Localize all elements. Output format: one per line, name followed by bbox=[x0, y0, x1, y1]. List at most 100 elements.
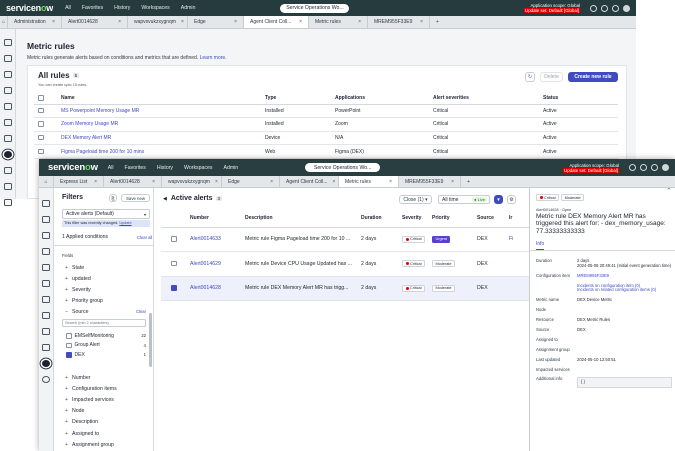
alert-checkbox[interactable] bbox=[161, 251, 190, 277]
col-applications[interactable]: Applications bbox=[335, 93, 433, 105]
applied-conditions[interactable]: 1 Applied conditions bbox=[62, 234, 108, 240]
col-duration[interactable]: Duration bbox=[361, 210, 402, 228]
source-option[interactable]: Group Alert 4 bbox=[66, 341, 146, 351]
front-servicenow-logo[interactable]: servicenow bbox=[48, 162, 98, 173]
col-description[interactable]: Description bbox=[245, 210, 361, 228]
source-option[interactable]: DEX 1 bbox=[66, 350, 146, 360]
rail-table-icon[interactable] bbox=[42, 328, 50, 335]
alert-row[interactable]: Alert0014629 Metric rule Device CPU Usage… bbox=[161, 251, 531, 277]
field-severity[interactable]: + Severity bbox=[62, 284, 142, 295]
nav-all[interactable]: All bbox=[108, 165, 114, 171]
filter-scrollbar[interactable] bbox=[149, 313, 152, 367]
col-severity[interactable]: Severity bbox=[402, 210, 432, 228]
tab-administration[interactable]: Administration × bbox=[8, 16, 62, 28]
create-rule-button[interactable]: Create new rule bbox=[568, 72, 618, 82]
nav-workspaces[interactable]: Workspaces bbox=[184, 165, 212, 171]
tab-agent-client-coll[interactable]: Agent Client Coll... × bbox=[280, 176, 339, 187]
filter-update-link[interactable]: Update bbox=[119, 221, 131, 225]
delete-button[interactable]: Delete bbox=[540, 72, 563, 82]
clear-all-link[interactable]: Clear all bbox=[137, 235, 152, 240]
time-filter[interactable]: All time ● Live bbox=[438, 195, 490, 204]
table-row[interactable]: Zoom Memory Usage MR Installed Zoom Critica… bbox=[34, 117, 618, 132]
tab-metric-rules[interactable]: Metric rules × bbox=[309, 16, 368, 28]
field-number[interactable]: + Number bbox=[62, 372, 142, 383]
close-alerts-button[interactable]: Close (1) ▾ bbox=[399, 195, 432, 204]
source-checkbox[interactable] bbox=[66, 352, 72, 358]
refresh-button[interactable]: ↻ bbox=[525, 72, 535, 82]
table-row[interactable]: MS Powerpoint Memory Usage MR Installed Po… bbox=[34, 104, 618, 119]
add-tab-icon[interactable]: + bbox=[461, 176, 476, 187]
tab-close-icon[interactable]: × bbox=[229, 19, 237, 25]
source-clear-link[interactable]: Clear bbox=[136, 309, 146, 314]
tab-metric-rules[interactable]: Metric rules × bbox=[339, 176, 399, 187]
field-impacted-services[interactable]: + Impacted services bbox=[62, 394, 142, 405]
back-avatar[interactable] bbox=[623, 4, 630, 12]
detail-field-value[interactable]: MREM955F33E9 bbox=[577, 273, 609, 279]
tab-close-icon[interactable]: × bbox=[415, 19, 423, 25]
field-description[interactable]: + Description bbox=[62, 417, 142, 428]
back-rail-dashboard-icon[interactable] bbox=[3, 199, 12, 206]
tab-close-icon[interactable]: × bbox=[47, 19, 55, 25]
list-filter-icon[interactable]: ▼ bbox=[494, 195, 503, 204]
select-all-alerts[interactable] bbox=[161, 210, 190, 228]
col-ir[interactable]: Ir bbox=[509, 210, 531, 228]
source-checkbox[interactable] bbox=[66, 342, 72, 348]
col-type[interactable]: Type bbox=[265, 93, 335, 105]
front-bell-icon[interactable] bbox=[651, 164, 658, 171]
alert-number-link[interactable]: Alert0014629 bbox=[190, 251, 245, 277]
table-row[interactable]: Figma Pageload time 200 for 10 mins Web Fi… bbox=[34, 144, 618, 159]
filter-select[interactable]: Active alerts (Default) ▾ bbox=[62, 209, 150, 219]
col-alert-severities[interactable]: Alert severities bbox=[433, 93, 543, 105]
nav-history[interactable]: History bbox=[114, 5, 130, 11]
rail-chart-icon[interactable] bbox=[42, 248, 50, 255]
rail-branch-icon[interactable] bbox=[42, 376, 50, 383]
tab-close-icon[interactable]: × bbox=[446, 179, 454, 185]
home-tab-icon[interactable]: ⌂ bbox=[39, 176, 54, 187]
row-checkbox[interactable] bbox=[34, 144, 61, 159]
source-checkbox[interactable] bbox=[66, 333, 72, 339]
nav-all[interactable]: All bbox=[65, 5, 71, 11]
tab-close-icon[interactable]: × bbox=[265, 179, 273, 185]
save-new-button[interactable]: Save new bbox=[121, 194, 150, 202]
tab-express-list[interactable]: Express List × bbox=[54, 176, 104, 187]
rail-home-icon[interactable] bbox=[42, 200, 50, 207]
back-rail-home-icon[interactable] bbox=[3, 39, 12, 46]
rail-apps-icon[interactable] bbox=[42, 312, 50, 319]
back-rail-monitor-icon[interactable] bbox=[3, 119, 12, 126]
alert-number-link[interactable]: Alert0014633 bbox=[190, 227, 245, 252]
source-search-input[interactable]: Search (min 2 characters) bbox=[62, 319, 146, 327]
back-bell-icon[interactable] bbox=[612, 4, 619, 12]
source-option[interactable]: EMSelfMonitoring 22 bbox=[66, 331, 146, 341]
tab-close-icon[interactable]: × bbox=[210, 179, 218, 185]
tab-wapvsvukzxygnqm[interactable]: wapvsvukzxygnqm × bbox=[162, 176, 222, 187]
back-rail-chart-icon[interactable] bbox=[3, 87, 12, 94]
source-field-header[interactable]: − Source Clear bbox=[62, 306, 146, 317]
nav-workspaces[interactable]: Workspaces bbox=[141, 5, 169, 11]
detail-field-value[interactable]: Incidents on configuration item (0) Inci… bbox=[577, 283, 656, 294]
rule-name-link[interactable]: Zoom Memory Usage MR bbox=[61, 117, 265, 132]
front-help-icon[interactable] bbox=[640, 164, 647, 171]
tab-edge[interactable]: Edge × bbox=[222, 176, 280, 187]
tab-close-icon[interactable]: × bbox=[384, 179, 392, 185]
rail-monitor-icon[interactable] bbox=[42, 280, 50, 287]
list-settings-icon[interactable]: ⚙ bbox=[507, 195, 516, 204]
tab-wapvsvukzxygnqm[interactable]: wapvsvukzxygnqm × bbox=[128, 16, 188, 28]
back-rail-devices-icon[interactable] bbox=[3, 135, 12, 142]
rail-dex-icon[interactable] bbox=[42, 360, 50, 367]
col-priority[interactable]: Priority bbox=[432, 210, 477, 228]
field-configuration-items[interactable]: + Configuration items bbox=[62, 383, 142, 394]
rule-name-link[interactable]: Figma Pageload time 200 for 10 mins bbox=[61, 144, 265, 159]
live-badge[interactable]: ● Live bbox=[472, 197, 487, 202]
field-assigned-to[interactable]: + Assigned to bbox=[62, 428, 142, 439]
front-search-icon[interactable] bbox=[629, 164, 636, 171]
row-checkbox[interactable] bbox=[34, 131, 61, 146]
col-source[interactable]: Source bbox=[477, 210, 509, 228]
detail-close-icon[interactable]: ✕ bbox=[667, 188, 671, 192]
tab-close-icon[interactable]: × bbox=[113, 19, 121, 25]
nav-admin[interactable]: Admin bbox=[181, 5, 196, 11]
rule-name-link[interactable]: MS Powerpoint Memory Usage MR bbox=[61, 104, 265, 119]
col-status[interactable]: Status bbox=[543, 93, 618, 105]
col-name[interactable]: Name bbox=[61, 93, 265, 105]
table-row[interactable]: DEX Memory Alert MR Device N/A Critical Acti… bbox=[34, 131, 618, 146]
nav-favorites[interactable]: Favorites bbox=[125, 165, 146, 171]
